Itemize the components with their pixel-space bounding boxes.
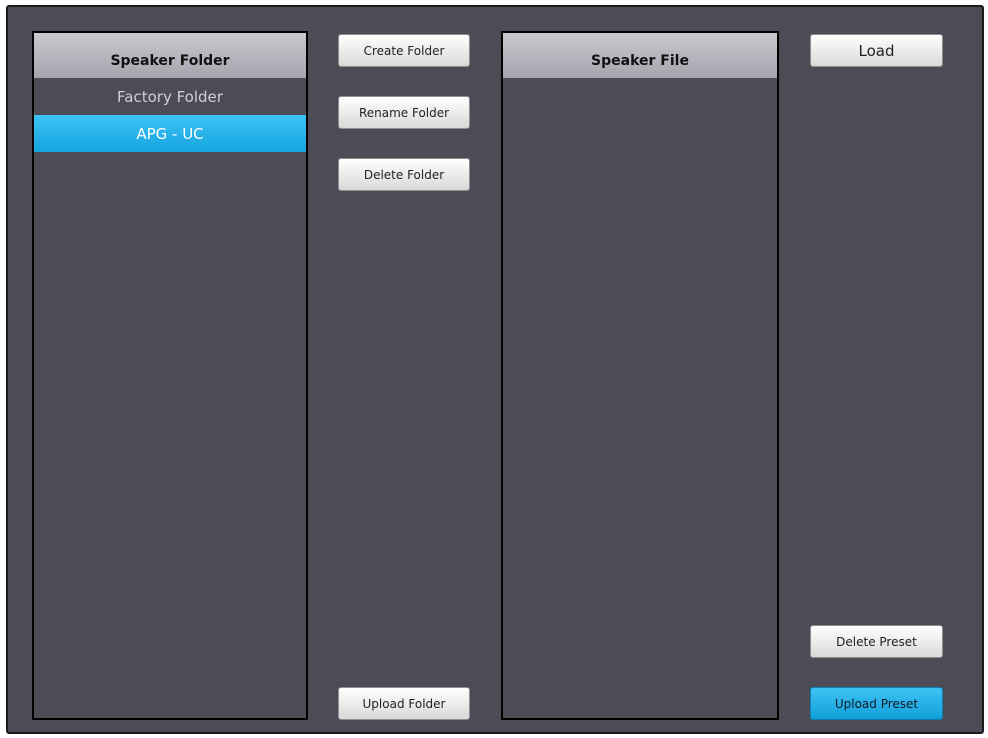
folder-item-apg-uc[interactable]: APG - UC xyxy=(34,115,306,152)
speaker-folder-list: Speaker Folder Factory Folder APG - UC xyxy=(32,31,308,720)
delete-preset-button[interactable]: Delete Preset xyxy=(810,625,943,658)
speaker-folder-header: Speaker Folder xyxy=(34,33,306,78)
upload-folder-button[interactable]: Upload Folder xyxy=(338,687,470,720)
rename-folder-button[interactable]: Rename Folder xyxy=(338,96,470,129)
folder-item-factory-folder[interactable]: Factory Folder xyxy=(34,78,306,115)
speaker-file-list: Speaker File xyxy=(501,31,779,720)
load-button[interactable]: Load xyxy=(810,34,943,67)
delete-folder-button[interactable]: Delete Folder xyxy=(338,158,470,191)
speaker-file-header: Speaker File xyxy=(503,33,777,78)
upload-preset-button[interactable]: Upload Preset xyxy=(810,687,943,720)
speaker-library-window: Speaker Folder Factory Folder APG - UC C… xyxy=(6,5,984,734)
create-folder-button[interactable]: Create Folder xyxy=(338,34,470,67)
